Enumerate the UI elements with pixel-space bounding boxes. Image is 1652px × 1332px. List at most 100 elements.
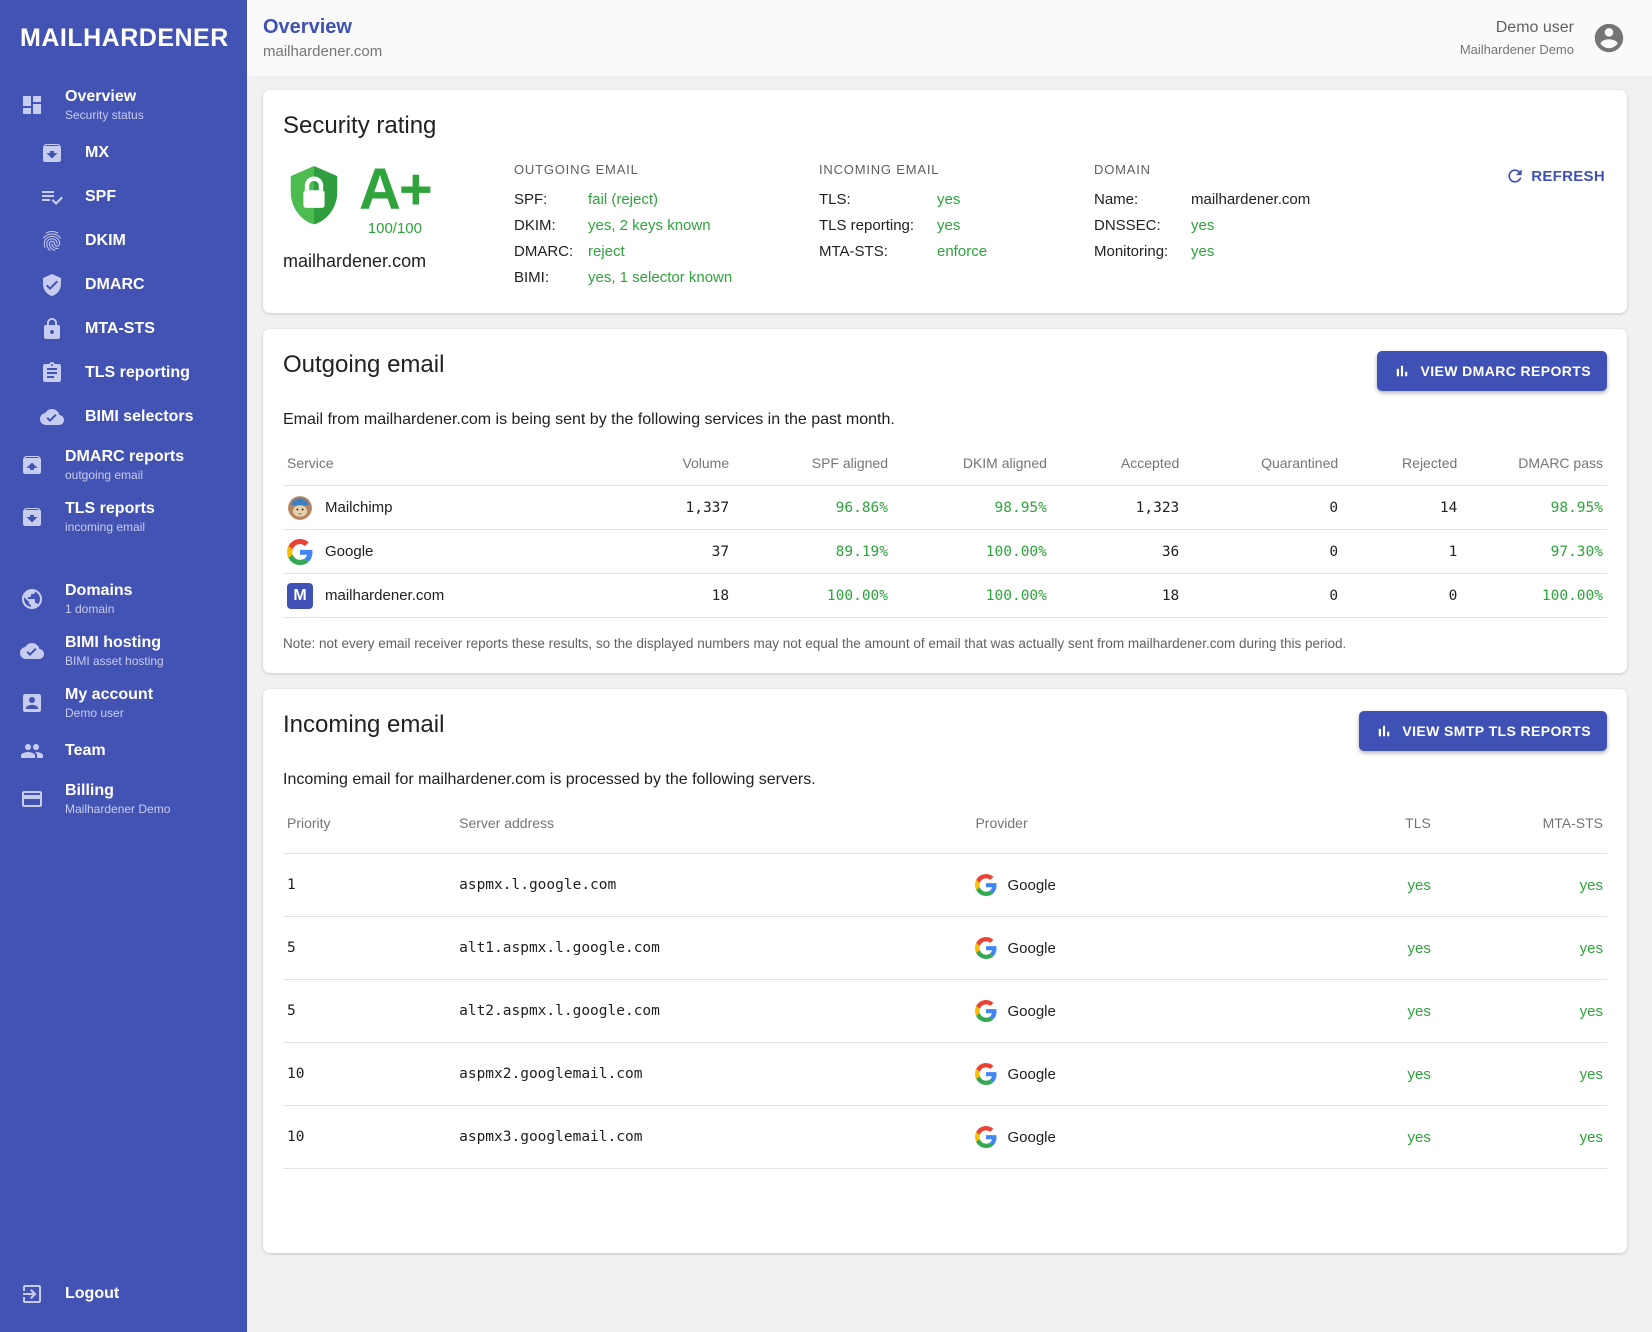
bimi-label: BIMI:	[514, 265, 588, 291]
page-subtitle: mailhardener.com	[263, 43, 382, 60]
fingerprint-icon	[40, 229, 64, 253]
sidebar-item-sublabel: BIMI asset hosting	[65, 654, 164, 669]
sidebar-item-dkim[interactable]: DKIM	[0, 219, 247, 263]
sidebar-item-overview[interactable]: OverviewSecurity status	[0, 79, 247, 131]
table-header-row: Service Volume SPF aligned DKIM aligned …	[283, 447, 1607, 486]
server-address: alt2.aspmx.l.google.com	[455, 980, 971, 1043]
view-dmarc-reports-button[interactable]: VIEW DMARC REPORTS	[1377, 351, 1607, 391]
outgoing-email-note: Note: not every email receiver reports t…	[283, 636, 1607, 651]
table-row: Google 37 89.19% 100.00% 36 0 1 97.30%	[283, 530, 1607, 574]
sidebar-item-label: Logout	[65, 1284, 119, 1304]
table-row: 5 alt2.aspmx.l.google.com Google yes yes	[283, 980, 1607, 1043]
sidebar-item-billing[interactable]: BillingMailhardener Demo	[0, 773, 247, 825]
mta-sts-label: MTA-STS:	[819, 239, 937, 265]
security-rating-card: Security rating A+ 100/100 mailhardener.…	[263, 90, 1627, 313]
tls-value: yes	[1302, 1043, 1434, 1106]
content: Security rating A+ 100/100 mailhardener.…	[247, 76, 1652, 1332]
sidebar-item-bimi-hosting[interactable]: BIMI hostingBIMI asset hosting	[0, 625, 247, 677]
lock-icon	[40, 317, 64, 341]
col-header-tls: TLS	[1302, 807, 1434, 854]
security-score: 100/100	[359, 220, 431, 237]
sidebar-item-tls-reports[interactable]: TLS reportsincoming email	[0, 491, 247, 543]
sidebar-nav: OverviewSecurity status MX SPF DKIM DMAR…	[0, 79, 247, 1266]
sidebar-item-label: MTA-STS	[85, 319, 155, 339]
accepted-value: 1,323	[1051, 486, 1183, 530]
incoming-email-description: Incoming email for mailhardener.com is p…	[283, 771, 1607, 789]
tls-reporting-label: TLS reporting:	[819, 213, 937, 239]
account-circle-icon[interactable]	[1592, 21, 1626, 55]
dmarc-label: DMARC:	[514, 239, 588, 265]
google-icon	[975, 937, 997, 959]
security-grade: A+	[359, 162, 431, 218]
sidebar-item-spf[interactable]: SPF	[0, 175, 247, 219]
tls-label: TLS:	[819, 187, 937, 213]
volume-value: 18	[588, 574, 734, 618]
sidebar-item-mx[interactable]: MX	[0, 131, 247, 175]
cloud-check-icon	[40, 405, 64, 429]
sidebar-item-sublabel: Demo user	[65, 706, 153, 721]
col-header-mta-sts: MTA-STS	[1435, 807, 1607, 854]
quarantined-value: 0	[1183, 486, 1342, 530]
sidebar-item-logout[interactable]: Logout	[0, 1266, 247, 1332]
sidebar-item-tls-reporting[interactable]: TLS reporting	[0, 351, 247, 395]
sidebar-item-team[interactable]: Team	[0, 729, 247, 773]
dmarc-pass-value: 100.00%	[1461, 574, 1607, 618]
mailhardener-icon: M	[287, 583, 313, 609]
col-header-provider: Provider	[971, 807, 1302, 854]
priority-value: 10	[283, 1106, 455, 1169]
service-name: mailhardener.com	[325, 587, 444, 604]
shield-check-icon	[40, 273, 64, 297]
google-icon	[975, 874, 997, 896]
col-header-volume: Volume	[588, 447, 734, 486]
col-header-server-address: Server address	[455, 807, 971, 854]
tls-value: yes	[1302, 1106, 1434, 1169]
rejected-value: 0	[1342, 574, 1461, 618]
incoming-email-summary: INCOMING EMAIL TLS:yes TLS reporting:yes…	[819, 162, 1034, 265]
tls-value: yes	[937, 187, 960, 213]
sidebar-item-domains[interactable]: Domains1 domain	[0, 573, 247, 625]
dkim-aligned-value: 100.00%	[892, 574, 1051, 618]
sidebar-item-mta-sts[interactable]: MTA-STS	[0, 307, 247, 351]
tls-value: yes	[1302, 980, 1434, 1043]
name-value: mailhardener.com	[1191, 187, 1310, 213]
sidebar-item-label: BIMI hosting	[65, 633, 164, 653]
sidebar-item-my-account[interactable]: My accountDemo user	[0, 677, 247, 729]
globe-icon	[20, 587, 44, 611]
tls-value: yes	[1302, 854, 1434, 917]
list-check-icon	[40, 185, 64, 209]
google-icon	[287, 539, 313, 565]
google-icon	[975, 1126, 997, 1148]
sidebar-item-label: TLS reports	[65, 499, 155, 519]
sidebar-item-dmarc-reports[interactable]: DMARC reportsoutgoing email	[0, 439, 247, 491]
incoming-email-title: Incoming email	[283, 711, 444, 739]
sidebar-item-sublabel: Mailhardener Demo	[65, 802, 170, 817]
quarantined-value: 0	[1183, 574, 1342, 618]
provider-name: Google	[1007, 1066, 1055, 1083]
refresh-icon	[1505, 166, 1525, 186]
sidebar-item-sublabel: incoming email	[65, 520, 155, 535]
sidebar-item-bimi-selectors[interactable]: BIMI selectors	[0, 395, 247, 439]
rejected-value: 1	[1342, 530, 1461, 574]
incoming-email-table: Priority Server address Provider TLS MTA…	[283, 807, 1607, 1169]
view-dmarc-reports-label: VIEW DMARC REPORTS	[1420, 363, 1591, 379]
mailchimp-icon	[287, 495, 313, 521]
logout-icon	[20, 1282, 44, 1306]
spf-aligned-value: 100.00%	[733, 574, 892, 618]
tls-value: yes	[1302, 917, 1434, 980]
col-header-quarantined: Quarantined	[1183, 447, 1342, 486]
priority-value: 5	[283, 980, 455, 1043]
sidebar-item-dmarc[interactable]: DMARC	[0, 263, 247, 307]
col-header-service: Service	[283, 447, 588, 486]
refresh-button[interactable]: REFRESH	[1503, 162, 1607, 190]
table-row: Mmailhardener.com 18 100.00% 100.00% 18 …	[283, 574, 1607, 618]
sidebar-item-label: Domains	[65, 581, 133, 601]
table-row: 10 aspmx2.googlemail.com Google yes yes	[283, 1043, 1607, 1106]
service-name: Google	[325, 543, 373, 560]
mta-sts-value: yes	[1435, 1106, 1607, 1169]
user-org: Mailhardener Demo	[1460, 40, 1574, 60]
dashboard-icon	[20, 93, 44, 117]
table-row: Mailchimp 1,337 96.86% 98.95% 1,323 0 14…	[283, 486, 1607, 530]
col-header-priority: Priority	[283, 807, 455, 854]
table-row: 5 alt1.aspmx.l.google.com Google yes yes	[283, 917, 1607, 980]
view-smtp-tls-reports-button[interactable]: VIEW SMTP TLS REPORTS	[1359, 711, 1607, 751]
